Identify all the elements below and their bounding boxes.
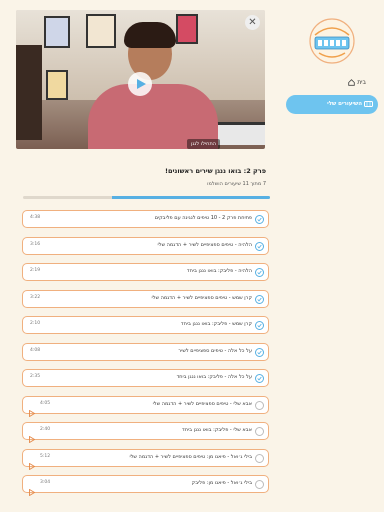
video-switch-tag[interactable]: התחילו לנגן: [187, 139, 220, 149]
lesson-duration: 3:04: [40, 480, 51, 485]
completed-check-icon: [255, 294, 264, 304]
wall-poster: [44, 16, 70, 48]
lesson-title: על כל אלה - פליבק: בואו ננגן ביחד: [176, 374, 252, 380]
lesson-duration: 5:12: [40, 453, 51, 459]
harmonica-icon: [364, 101, 373, 107]
lesson-title: אבא שלי - פליבק: בואו ננגן ביחד: [181, 427, 252, 433]
lesson-row[interactable]: אבא שלי - פליבק: בואו ננגן ביחד 2:40: [22, 422, 269, 444]
play-icon[interactable]: [29, 481, 36, 500]
incomplete-circle-icon: [255, 427, 264, 436]
lesson-row[interactable]: אבא שלי - טיפים ספציפיים לשיר + הדגמה של…: [22, 395, 269, 417]
chapter-title: פרק 2: בואו ננגן שירים ראשונים!: [165, 167, 266, 175]
play-icon[interactable]: [29, 428, 36, 447]
home-icon: [348, 79, 356, 86]
lesson-row[interactable]: על כל אלה - פליבק: בואו ננגן ביחד 2:35: [22, 369, 269, 387]
video-play-button[interactable]: [128, 72, 152, 96]
wall-poster: [86, 14, 116, 48]
play-icon[interactable]: [29, 402, 36, 421]
completed-check-icon: [255, 321, 264, 330]
sidebar-item-home[interactable]: בית: [344, 79, 366, 86]
completed-check-icon: [255, 374, 264, 383]
lesson-duration: 4:08: [30, 347, 41, 353]
sidebar: בית השיעורים שלי: [286, 0, 384, 512]
lesson-duration: 4:38: [30, 215, 41, 220]
sidebar-item-label: בית: [357, 79, 366, 86]
incomplete-circle-icon: [255, 400, 264, 410]
video-close-button[interactable]: ✕: [245, 15, 260, 30]
lesson-duration: 2:35: [30, 374, 41, 379]
lesson-duration: 2:10: [30, 321, 41, 326]
guitar-shape: [16, 45, 42, 140]
video-player[interactable]: ✕ התחילו לנגן: [16, 10, 265, 149]
lesson-duration: 2:19: [30, 268, 41, 273]
lesson-title: בילי ג׳ואל - פיאנו מן: טיפים ספציפיים לש…: [129, 453, 252, 460]
chapter-progress-text: 7 מתוך 11 שיעורים הושלמו: [207, 181, 266, 187]
completed-check-icon: [255, 347, 264, 357]
chapter-progress-bar: [23, 196, 270, 199]
harmonica-logo: [309, 18, 355, 64]
progress-fill: [111, 196, 270, 199]
play-icon: [136, 79, 146, 89]
lesson-title: אבא שלי - טיפים ספציפיים לשיר + הדגמה של…: [152, 400, 252, 407]
sidebar-item-label: השיעורים שלי: [327, 101, 362, 107]
incomplete-circle-icon: [255, 480, 264, 489]
completed-check-icon: [255, 268, 264, 277]
lesson-duration: 3:22: [30, 294, 41, 300]
lesson-row[interactable]: בילי ג׳ואל - פיאנו מן: טיפים ספציפיים לש…: [22, 448, 269, 470]
lesson-row[interactable]: הלהיה - טיפים ספציפיים לשיר + הדגמה שלי 3…: [22, 236, 269, 255]
lesson-row[interactable]: על כל אלה - טיפים ספציפיים לשיר 4:08: [22, 342, 269, 361]
main-content: ✕ התחילו לנגן פרק 2: בואו ננגן שירים ראש…: [16, 10, 270, 508]
wall-poster: [176, 14, 198, 44]
lesson-title: על כל אלה - טיפים ספציפיים לשיר: [178, 347, 252, 354]
lesson-row[interactable]: בילי ג׳ואל - פיאנו מן: פליבק 3:04: [22, 475, 269, 497]
lesson-duration: 2:40: [40, 427, 51, 432]
person-hair: [124, 22, 176, 48]
lesson-title: קרן שמש - פליבק: בואו ננגן ביחד: [180, 321, 252, 327]
play-icon[interactable]: [29, 455, 36, 474]
wall-poster: [46, 70, 68, 100]
completed-check-icon: [255, 241, 264, 251]
lesson-duration: 3:16: [30, 241, 41, 247]
lesson-title: הלהיה - פליבק: בואו ננגן ביחד: [186, 268, 252, 274]
lesson-row[interactable]: פתיחת פרק 2 - 10 טיפים לנגינה עם פליבקים…: [22, 210, 269, 228]
lesson-row[interactable]: קרן שמש - פליבק: בואו ננגן ביחד 2:10: [22, 316, 269, 334]
lesson-title: הלהיה - טיפים ספציפיים לשיר + הדגמה שלי: [157, 241, 252, 248]
completed-check-icon: [255, 215, 264, 224]
lesson-title: פתיחת פרק 2 - 10 טיפים לנגינה עם פליבקים: [154, 215, 252, 221]
lesson-row[interactable]: הלהיה - פליבק: בואו ננגן ביחד 2:19: [22, 263, 269, 281]
sidebar-item-courses[interactable]: השיעורים שלי: [286, 95, 378, 114]
lesson-title: בילי ג׳ואל - פיאנו מן: פליבק: [191, 480, 252, 486]
lesson-title: קרן שמש - טיפים ספציפיים לשיר + הדגמה של…: [151, 294, 252, 301]
lesson-row[interactable]: קרן שמש - טיפים ספציפיים לשיר + הדגמה של…: [22, 289, 269, 308]
incomplete-circle-icon: [255, 453, 264, 463]
lesson-duration: 4:05: [40, 400, 51, 406]
